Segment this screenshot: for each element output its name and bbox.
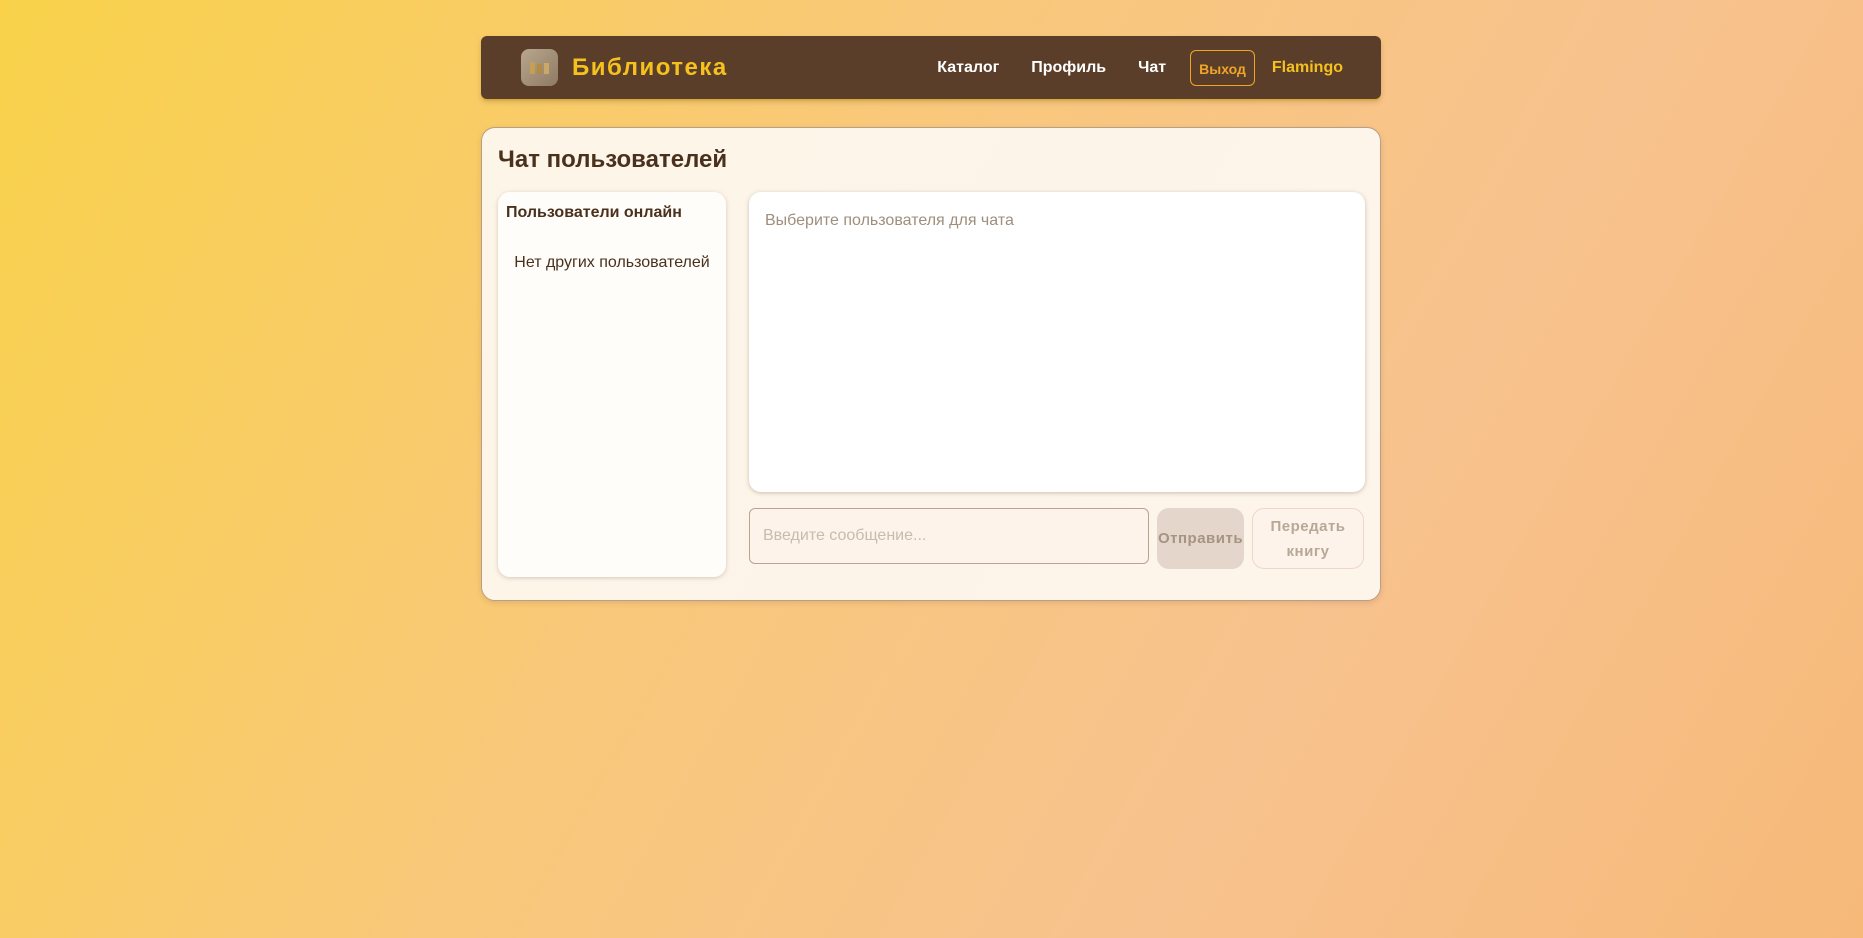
online-users-panel: Пользователи онлайн Нет других пользоват… <box>498 192 726 577</box>
nav-profile-link[interactable]: Профиль <box>1031 59 1106 77</box>
no-users-message: Нет других пользователей <box>514 254 710 271</box>
online-users-title: Пользователи онлайн <box>506 204 682 221</box>
send-button[interactable]: Отправить <box>1157 508 1244 569</box>
books-logo-icon <box>521 49 558 86</box>
logout-button[interactable]: Выход <box>1190 49 1255 86</box>
transfer-book-button[interactable]: Передать книгу <box>1252 508 1364 569</box>
brand-title[interactable]: Библиотека <box>572 54 728 82</box>
page-title: Чат пользователей <box>498 146 728 173</box>
messages-placeholder: Выберите пользователя для чата <box>765 212 1014 229</box>
username-label: Flamingo <box>1271 58 1343 76</box>
nav-links: Каталог Профиль Чат Выход Flamingo <box>937 49 1343 86</box>
messages-area[interactable]: Выберите пользователя для чата <box>749 192 1365 492</box>
message-input[interactable] <box>749 508 1149 564</box>
chat-card: Чат пользователей Пользователи онлайн Не… <box>481 127 1381 601</box>
nav-catalog-link[interactable]: Каталог <box>937 59 999 77</box>
nav-chat-link[interactable]: Чат <box>1138 59 1166 77</box>
navbar: Библиотека Каталог Профиль Чат Выход Fla… <box>481 36 1381 99</box>
